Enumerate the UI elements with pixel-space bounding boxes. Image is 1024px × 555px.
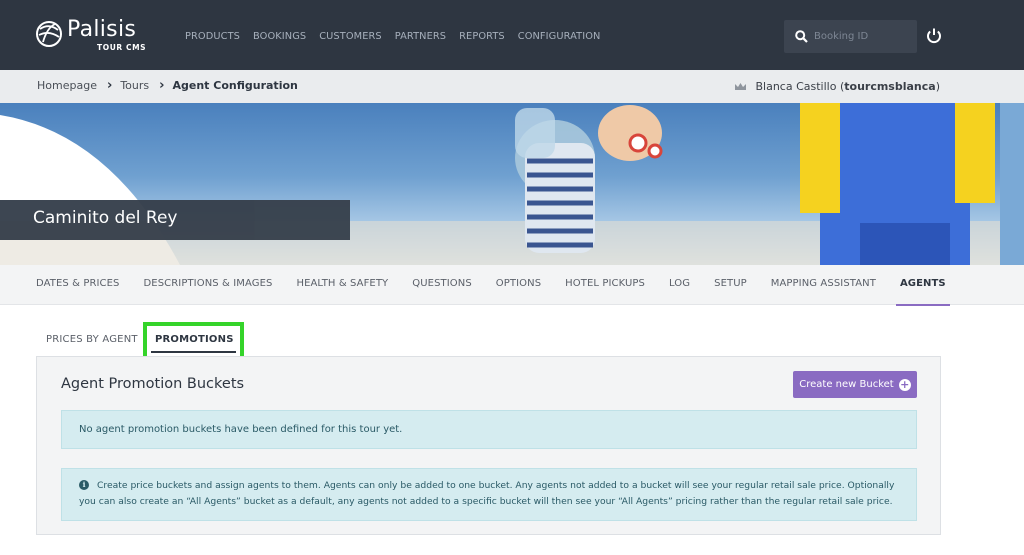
nav-products[interactable]: PRODUCTS (185, 31, 240, 42)
info-alert: i Create price buckets and assign agents … (61, 468, 917, 521)
tab-descriptions-images[interactable]: DESCRIPTIONS & IMAGES (144, 278, 273, 289)
promotion-buckets-panel: Agent Promotion Buckets Create new Bucke… (36, 356, 941, 535)
top-header: Palisis TOUR CMS PRODUCTS BOOKINGS CUSTO… (0, 0, 1024, 70)
tab-log[interactable]: LOG (669, 278, 690, 289)
plus-circle-icon: + (898, 377, 911, 391)
agent-subtabs: PRICES BY AGENT (46, 334, 138, 345)
tab-hotel-pickups[interactable]: HOTEL PICKUPS (565, 278, 645, 289)
tab-questions[interactable]: QUESTIONS (412, 278, 472, 289)
booking-id-input[interactable] (814, 31, 909, 42)
breadcrumb-bar: Homepage › Tours › Agent Configuration B… (0, 70, 1024, 103)
tour-tab-bar: DATES & PRICES DESCRIPTIONS & IMAGES HEA… (0, 265, 1024, 306)
breadcrumb-current: Agent Configuration (172, 79, 298, 92)
nav-configuration[interactable]: CONFIGURATION (518, 31, 601, 42)
chevron-right-icon: › (106, 78, 113, 93)
breadcrumb: Homepage › Tours › Agent Configuration (37, 79, 298, 92)
brand-name: Palisis (67, 17, 137, 42)
nav-customers[interactable]: CUSTOMERS (319, 31, 382, 42)
crown-icon (735, 82, 747, 90)
breadcrumb-tours[interactable]: Tours (120, 79, 149, 92)
booking-search (784, 20, 917, 53)
create-bucket-label: Create new Bucket (799, 379, 894, 390)
subtab-prices-by-agent[interactable]: PRICES BY AGENT (46, 334, 138, 345)
search-icon[interactable] (790, 30, 812, 43)
power-icon[interactable] (924, 26, 944, 46)
breadcrumb-homepage[interactable]: Homepage (37, 79, 97, 92)
tour-title-box: Caminito del Rey (0, 200, 350, 240)
user-name: Blanca Castillo (755, 80, 837, 93)
subtab-promotions[interactable]: PROMOTIONS (155, 334, 234, 345)
tab-mapping-assistant[interactable]: MAPPING ASSISTANT (771, 278, 876, 289)
palisis-logo[interactable]: Palisis TOUR CMS (35, 18, 146, 52)
tour-title: Caminito del Rey (33, 208, 178, 228)
user-handle: tourcmsblanca (844, 80, 936, 93)
nav-bookings[interactable]: BOOKINGS (253, 31, 306, 42)
tab-dates-prices[interactable]: DATES & PRICES (36, 278, 120, 289)
hero-image (0, 103, 1024, 265)
create-bucket-button[interactable]: Create new Bucket + (793, 371, 917, 398)
empty-state-alert: No agent promotion buckets have been def… (61, 410, 917, 449)
tab-setup[interactable]: SETUP (714, 278, 747, 289)
nav-reports[interactable]: REPORTS (459, 31, 505, 42)
globe-logo-icon (36, 21, 62, 47)
empty-state-message: No agent promotion buckets have been def… (79, 424, 403, 435)
hero-banner: Caminito del Rey (0, 103, 1024, 265)
tab-agents[interactable]: AGENTS (895, 278, 950, 306)
brand-subtitle: TOUR CMS (97, 43, 147, 52)
main-nav: PRODUCTS BOOKINGS CUSTOMERS PARTNERS REP… (185, 31, 613, 42)
user-info[interactable]: Blanca Castillo (tourcmsblanca) (734, 80, 940, 93)
tab-health-safety[interactable]: HEALTH & SAFETY (296, 278, 388, 289)
chevron-right-icon: › (159, 78, 165, 93)
subtab-active-underline (151, 351, 236, 353)
info-icon: i (79, 479, 89, 490)
nav-partners[interactable]: PARTNERS (395, 31, 446, 42)
tab-options[interactable]: OPTIONS (496, 278, 541, 289)
info-message: Create price buckets and assign agents t… (79, 480, 895, 507)
user-paren-close: ) (935, 80, 940, 93)
panel-title: Agent Promotion Buckets (61, 376, 245, 392)
